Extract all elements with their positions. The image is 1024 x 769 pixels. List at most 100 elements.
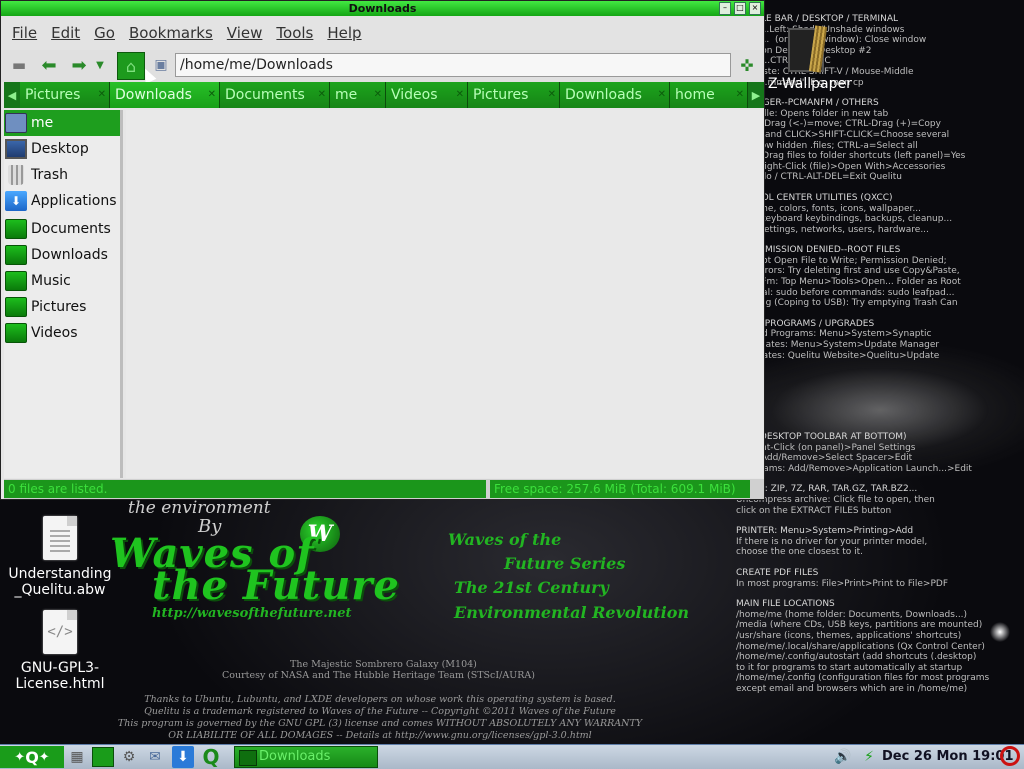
history-dropdown-icon[interactable]: ▼ — [93, 53, 107, 77]
title-bar[interactable]: Downloads – □ × — [1, 1, 764, 16]
help-line — [736, 516, 1024, 526]
help-heading: BEE (DESKTOP TOOLBAR AT BOTTOM) — [736, 432, 907, 442]
tab-downloads[interactable]: Downloads ✕ — [110, 82, 220, 108]
document-icon — [43, 516, 77, 560]
wallpaper-title: the Future — [152, 562, 400, 609]
tab-me[interactable]: me ✕ — [330, 82, 386, 108]
tab-pictures-2[interactable]: Pictures ✕ — [468, 82, 560, 108]
wallpaper-icon[interactable] — [784, 25, 830, 76]
volume-icon[interactable]: 🔊 — [832, 746, 854, 768]
help-heading: S: PERMISSION DENIED--ROOT FILES — [736, 245, 901, 256]
desktop-icon-label[interactable]: Z-Wallpaper — [768, 76, 852, 92]
home-icon: ⌂ — [125, 56, 137, 76]
tab-scroll-right-icon[interactable]: ▶ — [748, 82, 764, 108]
sidebar-item-music[interactable]: Music — [4, 268, 120, 294]
downloads-launcher-icon[interactable]: ⬇ — [172, 746, 194, 768]
help-line: ..s: Add/Remove>Select Spacer>Edit — [736, 453, 913, 464]
side-panel: me Desktop Trash ⬇ Applications Documents… — [4, 110, 123, 478]
help-line: SHIFT-Drag (<-)=move; CTRL-Drag (+)=Copy — [736, 119, 941, 130]
help-line — [736, 309, 1024, 319]
help-line: s: Right-Click (on panel)>Panel Settings — [736, 442, 916, 453]
help-line: to it for programs to start automaticall… — [736, 662, 963, 673]
close-button[interactable]: × — [749, 2, 761, 15]
help-line: nd Add Programs: Menu>System>Synaptic — [736, 329, 932, 340]
tab-documents[interactable]: Documents ✕ — [220, 82, 330, 108]
clock[interactable]: Dec 26 Mon 19:01 — [882, 749, 1014, 764]
help-line — [736, 589, 1024, 599]
new-tab-icon[interactable]: ▬ — [7, 53, 31, 77]
trash-icon — [8, 165, 24, 185]
folder-icon — [5, 271, 27, 291]
help-line: CLICK and CLICK>SHIFT-CLICK=Choose sever… — [736, 129, 950, 140]
help-line: lets: Right-Click (file)>Open With>Acces… — [736, 161, 946, 172]
menu-edit[interactable]: Edit — [51, 24, 80, 42]
back-arrow-icon[interactable]: ⬅ — [37, 53, 61, 77]
desktop-icon — [5, 139, 27, 159]
tab-pictures[interactable]: Pictures ✕ — [20, 82, 110, 108]
folder-icon — [5, 219, 27, 239]
help-line: /home/me/.config (configuration files fo… — [736, 673, 990, 684]
menu-tools[interactable]: Tools — [276, 24, 313, 42]
tab-downloads-2[interactable]: Downloads ✕ — [560, 82, 670, 108]
power-icon[interactable] — [1000, 746, 1020, 766]
settings-icon[interactable]: ⚙ — [118, 746, 140, 768]
help-line: Mou.. (or F12 in window): Close window — [736, 35, 927, 46]
help-heading: S--TITLE BAR / DESKTOP / TERMINAL — [736, 14, 898, 24]
tab-home[interactable]: home ✕ — [670, 82, 748, 108]
folder-icon — [239, 750, 257, 766]
wallpaper-text: The 21st Century — [454, 578, 609, 597]
menu-view[interactable]: View — [227, 24, 263, 42]
help-heading: MANAGER--PCMANFM / OTHERS — [736, 98, 879, 109]
desktop-icon-gnu-gpl3-license[interactable]: </> GNU-GPL3- License.html — [10, 610, 110, 692]
start-menu-button[interactable]: ✦ Q ✦ — [0, 746, 64, 768]
wallpaper-text: Future Series — [504, 554, 626, 573]
location-input[interactable]: /home/me/Downloads — [175, 53, 731, 77]
wallpaper-url: http://wavesofthefuture.net — [152, 606, 352, 621]
desktop-icon-label: Understanding _Quelitu.abw — [8, 566, 112, 598]
help-line — [736, 235, 1024, 245]
go-icon[interactable]: ✜ — [735, 53, 759, 77]
tab-videos[interactable]: Videos ✕ — [386, 82, 468, 108]
help-line: gure settings, networks, users, hardware… — [736, 224, 929, 235]
desktop-help-text-lower: BEE (DESKTOP TOOLBAR AT BOTTOM) s: Right-… — [736, 432, 1024, 694]
menu-go[interactable]: Go — [94, 24, 115, 42]
tab-scroll-left-icon[interactable]: ◀ — [4, 82, 20, 108]
wallpaper-credit: Courtesy of NASA and The Hubble Heritage… — [222, 670, 535, 681]
menu-bar: File Edit Go Bookmarks View Tools Help — [1, 16, 764, 50]
file-list-area[interactable] — [126, 110, 763, 478]
arrows-icon: ✦ — [14, 749, 26, 765]
sidebar-item-me[interactable]: me — [4, 110, 120, 136]
sidebar-item-downloads[interactable]: Downloads — [4, 242, 120, 268]
maximize-button[interactable]: □ — [734, 2, 746, 15]
taskbar-task-downloads[interactable]: Downloads — [234, 746, 378, 768]
taskbar: ✦ Q ✦ ▦ ⚙ ✉ ⬇ Q Downloads 🔊 ⚡ Dec 26 Mon… — [0, 744, 1024, 769]
network-icon[interactable]: ⚡ — [858, 746, 880, 768]
html-file-icon: </> — [43, 610, 77, 654]
mail-icon[interactable]: ✉ — [144, 746, 166, 768]
menu-bookmarks[interactable]: Bookmarks — [129, 24, 213, 42]
desktop-icon-understanding-quelitu[interactable]: Understanding _Quelitu.abw — [8, 516, 112, 598]
help-line: CTRL-Drag files to folder shortcuts (lef… — [736, 151, 966, 162]
forward-arrow-icon[interactable]: ➡ — [67, 53, 91, 77]
help-line: If there is no driver for your printer m… — [736, 536, 928, 547]
menu-file[interactable]: File — [12, 24, 37, 42]
help-line — [736, 558, 1024, 568]
help-line: /home/me/.local/share/applications (Qx C… — [736, 641, 985, 652]
wallpaper-credit: The Majestic Sombrero Galaxy (M104) — [290, 659, 477, 670]
sidebar-item-applications[interactable]: ⬇ Applications — [4, 188, 120, 214]
sidebar-item-trash[interactable]: Trash — [4, 162, 120, 188]
show-desktop-icon[interactable]: ▦ — [66, 746, 88, 768]
minimize-button[interactable]: – — [719, 2, 731, 15]
file-manager-launcher-icon[interactable] — [92, 746, 114, 768]
help-line: Splicing (Coping to USB): Try emptying T… — [736, 298, 958, 309]
sidebar-item-desktop[interactable]: Desktop — [4, 136, 120, 162]
control-center-icon[interactable]: Q — [200, 745, 222, 769]
help-line: except email and browsers which are in /… — [736, 683, 968, 694]
file-manager-window: Downloads – □ × File Edit Go Bookmarks V… — [0, 0, 765, 500]
help-heading: PRINTER: Menu>System>Printing>Add — [736, 526, 914, 537]
toolbar: ▬ ⬅ ➡ ▼ ⌂ ▣ /home/me/Downloads ✜ — [1, 50, 764, 82]
sidebar-item-videos[interactable]: Videos — [4, 320, 120, 346]
sidebar-item-documents[interactable]: Documents — [4, 216, 120, 242]
menu-help[interactable]: Help — [327, 24, 361, 42]
sidebar-item-pictures[interactable]: Pictures — [4, 294, 120, 320]
